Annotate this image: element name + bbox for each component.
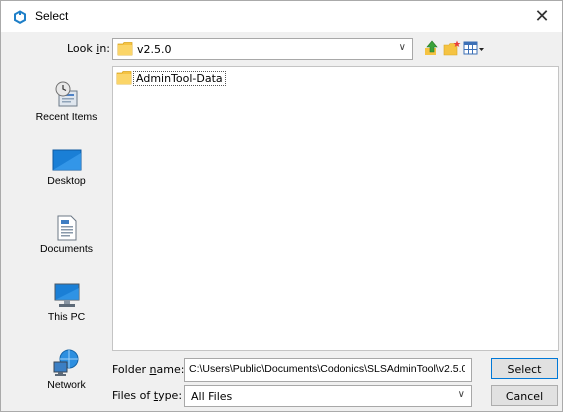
place-label: Network bbox=[47, 379, 86, 391]
look-in-label: Look in: bbox=[67, 42, 111, 55]
folder-name-label: Folder name: bbox=[112, 363, 185, 376]
this-pc-icon bbox=[54, 283, 79, 307]
folder-name-field[interactable] bbox=[184, 358, 472, 382]
place-this-pc[interactable]: This PC bbox=[29, 283, 104, 323]
view-menu-icon[interactable] bbox=[463, 40, 485, 56]
desktop-icon bbox=[52, 149, 81, 171]
app-icon bbox=[14, 10, 26, 24]
files-of-type-value: All Files bbox=[191, 390, 233, 403]
files-of-type-label: Files of type: bbox=[112, 389, 183, 402]
recent-items-icon bbox=[55, 81, 77, 107]
close-button[interactable]: ✕ bbox=[522, 1, 562, 32]
folder-icon bbox=[116, 71, 132, 85]
place-documents[interactable]: Documents bbox=[29, 215, 104, 255]
chevron-down-icon: ∨ bbox=[457, 389, 465, 400]
place-desktop[interactable]: Desktop bbox=[29, 149, 104, 187]
place-label: This PC bbox=[47, 311, 86, 323]
cancel-button[interactable]: Cancel bbox=[491, 385, 558, 406]
network-icon bbox=[53, 349, 78, 376]
look-in-value: v2.5.0 bbox=[137, 43, 172, 56]
up-one-level-icon[interactable] bbox=[423, 40, 441, 56]
folder-icon bbox=[117, 42, 133, 56]
chevron-down-icon: ∨ bbox=[398, 42, 406, 53]
file-name: AdminTool-Data bbox=[133, 71, 226, 86]
window-title: Select bbox=[35, 9, 69, 23]
places-bar: Recent Items Desktop Documents This PC N… bbox=[29, 67, 104, 405]
folder-name-input[interactable] bbox=[185, 359, 469, 379]
place-label: Documents bbox=[39, 243, 94, 255]
documents-icon bbox=[57, 215, 76, 241]
close-icon: ✕ bbox=[534, 6, 550, 27]
look-in-combobox[interactable]: v2.5.0 ∨ bbox=[112, 38, 413, 60]
file-list[interactable]: AdminTool-Data bbox=[112, 66, 559, 351]
place-label: Desktop bbox=[47, 175, 86, 187]
title-bar: Select ✕ bbox=[1, 1, 562, 32]
create-new-folder-icon[interactable] bbox=[443, 40, 461, 56]
place-label: Recent Items bbox=[35, 111, 98, 123]
file-chooser-dialog: Select ✕ Look in: v2.5.0 ∨ Recent Items … bbox=[0, 0, 563, 412]
place-network[interactable]: Network bbox=[29, 349, 104, 391]
select-button[interactable]: Select bbox=[491, 358, 558, 379]
place-recent-items[interactable]: Recent Items bbox=[29, 81, 104, 123]
files-of-type-combobox[interactable]: All Files ∨ bbox=[184, 385, 472, 407]
